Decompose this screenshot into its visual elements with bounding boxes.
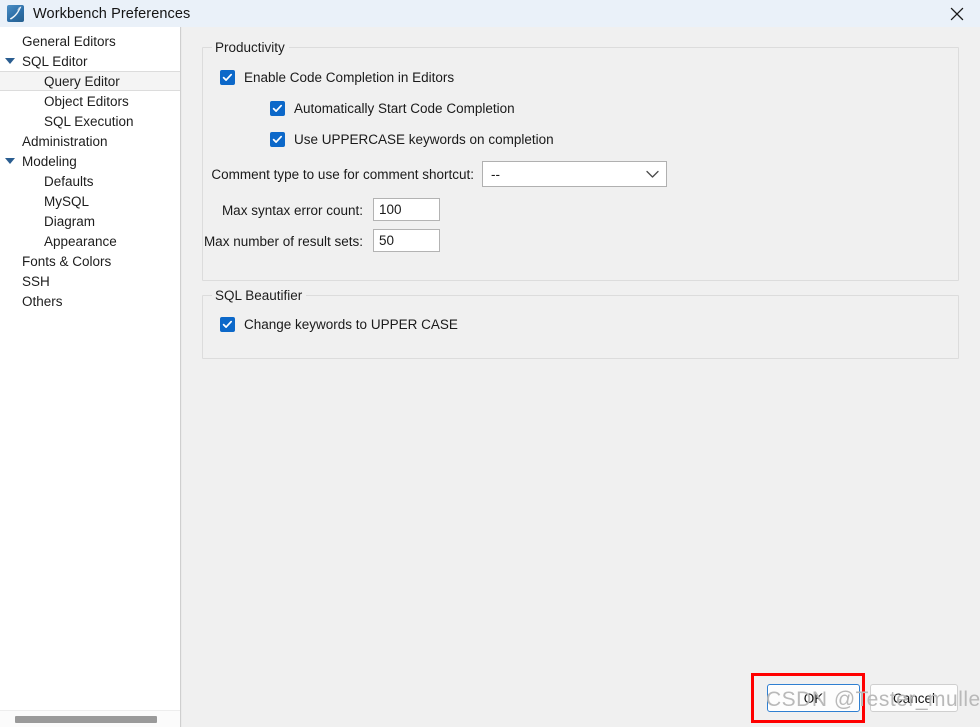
sidebar-item-object-editors[interactable]: Object Editors: [0, 91, 180, 111]
sidebar-item-administration[interactable]: Administration: [0, 131, 180, 151]
workbench-preferences-dialog: Workbench Preferences General Editors SQL…: [0, 0, 980, 727]
cancel-button-label: Cancel: [892, 690, 936, 706]
sidebar-item-ssh[interactable]: SSH: [0, 271, 180, 291]
sidebar-item-query-editor[interactable]: Query Editor: [0, 71, 180, 91]
sidebar-item-label: SQL Editor: [22, 53, 88, 69]
sidebar-item-defaults[interactable]: Defaults: [0, 171, 180, 191]
sidebar-tree[interactable]: General Editors SQL Editor Query Editor Obj…: [0, 31, 180, 311]
sidebar-item-label: MySQL: [44, 193, 90, 209]
sidebar-item-label: Query Editor: [44, 73, 120, 89]
enable-code-completion-row[interactable]: Enable Code Completion in Editors: [220, 70, 454, 85]
sidebar-item-label: Diagram: [44, 213, 96, 229]
sidebar-item-label: Defaults: [44, 173, 94, 189]
uppercase-keywords-checkbox[interactable]: [270, 132, 285, 147]
close-icon[interactable]: [934, 0, 980, 27]
change-keywords-upper-case-checkbox[interactable]: [220, 317, 235, 332]
sql-beautifier-group-legend: SQL Beautifier: [212, 288, 307, 303]
comment-type-value: --: [491, 166, 500, 182]
chevron-down-icon[interactable]: [5, 158, 15, 164]
max-result-sets-label: Max number of result sets:: [203, 234, 363, 249]
ok-button[interactable]: OK: [767, 684, 860, 712]
sidebar-item-label: Fonts & Colors: [22, 253, 112, 269]
max-syntax-error-input[interactable]: [373, 198, 440, 221]
sidebar-item-general-editors[interactable]: General Editors: [0, 31, 180, 51]
auto-start-completion-row[interactable]: Automatically Start Code Completion: [270, 101, 515, 116]
sidebar-item-fonts-colors[interactable]: Fonts & Colors: [0, 251, 180, 271]
sidebar-item-diagram[interactable]: Diagram: [0, 211, 180, 231]
sidebar-item-mysql[interactable]: MySQL: [0, 191, 180, 211]
title-bar: Workbench Preferences: [0, 0, 980, 27]
comment-type-dropdown[interactable]: --: [482, 161, 667, 187]
max-result-sets-input[interactable]: [373, 229, 440, 252]
window-title: Workbench Preferences: [33, 5, 191, 22]
sidebar-item-label: Modeling: [22, 153, 77, 169]
auto-start-completion-checkbox[interactable]: [270, 101, 285, 116]
comment-type-label: Comment type to use for comment shortcut…: [211, 167, 474, 182]
max-syntax-error-label: Max syntax error count:: [221, 203, 363, 218]
uppercase-keywords-row[interactable]: Use UPPERCASE keywords on completion: [270, 132, 554, 147]
sql-beautifier-group: SQL Beautifier Change keywords to UPPER …: [202, 288, 959, 359]
sidebar-item-label: Appearance: [44, 233, 117, 249]
enable-code-completion-label: Enable Code Completion in Editors: [244, 70, 455, 85]
sidebar-item-modeling[interactable]: Modeling: [0, 151, 180, 171]
productivity-group: Productivity Enable Code Completion in E…: [202, 40, 959, 281]
enable-code-completion-checkbox[interactable]: [220, 70, 235, 85]
sidebar-item-appearance[interactable]: Appearance: [0, 231, 180, 251]
auto-start-completion-label: Automatically Start Code Completion: [294, 101, 515, 116]
sidebar-item-sql-editor[interactable]: SQL Editor: [0, 51, 180, 71]
sidebar-item-others[interactable]: Others: [0, 291, 180, 311]
preferences-sidebar[interactable]: General Editors SQL Editor Query Editor Obj…: [0, 27, 181, 727]
sidebar-item-label: General Editors: [22, 33, 116, 49]
sidebar-item-label: Administration: [22, 133, 108, 149]
cancel-button[interactable]: Cancel: [870, 684, 958, 712]
sidebar-horizontal-scrollbar[interactable]: [0, 710, 180, 727]
sidebar-item-sql-execution[interactable]: SQL Execution: [0, 111, 180, 131]
mysql-dolphin-icon: [7, 5, 24, 22]
ok-button-label: OK: [803, 690, 824, 706]
chevron-down-icon[interactable]: [5, 58, 15, 64]
productivity-group-legend: Productivity: [212, 40, 289, 55]
scrollbar-thumb[interactable]: [15, 716, 157, 723]
change-keywords-upper-case-row[interactable]: Change keywords to UPPER CASE: [220, 317, 458, 332]
uppercase-keywords-label: Use UPPERCASE keywords on completion: [294, 132, 554, 147]
sidebar-item-label: Object Editors: [44, 93, 129, 109]
sidebar-item-label: SQL Execution: [44, 113, 134, 129]
sidebar-item-label: Others: [22, 293, 63, 309]
preferences-content-panel: Productivity Enable Code Completion in E…: [182, 27, 980, 727]
sidebar-item-label: SSH: [22, 273, 50, 289]
chevron-down-icon[interactable]: [638, 170, 666, 179]
change-keywords-upper-case-label: Change keywords to UPPER CASE: [244, 317, 458, 332]
